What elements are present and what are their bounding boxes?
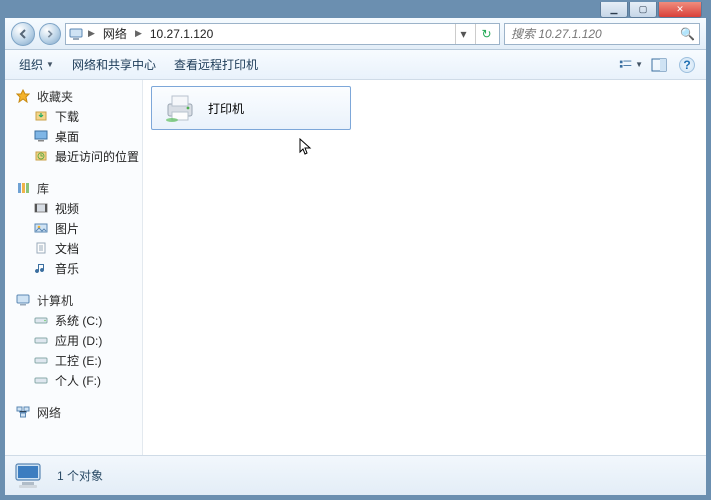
sidebar-item-label: 文档: [55, 240, 79, 257]
network-center-button[interactable]: 网络和共享中心: [64, 52, 164, 77]
breadcrumb-sep-icon: ▶: [88, 28, 95, 39]
sidebar-item-documents[interactable]: 文档: [5, 238, 142, 258]
libraries-label: 库: [37, 180, 49, 197]
back-button[interactable]: [11, 22, 35, 46]
minimize-button[interactable]: ▁: [600, 2, 628, 18]
sidebar-item-videos[interactable]: 视频: [5, 198, 142, 218]
computer-icon: [15, 292, 31, 308]
drive-icon: [33, 352, 49, 368]
drive-icon: [33, 332, 49, 348]
preview-pane-button[interactable]: [646, 54, 672, 76]
pictures-icon: [33, 220, 49, 236]
chevron-down-icon: ▼: [635, 60, 643, 69]
sidebar-item-label: 应用 (D:): [55, 332, 102, 349]
sidebar-item-label: 桌面: [55, 128, 79, 145]
sidebar-item-network[interactable]: 网络: [5, 402, 142, 422]
documents-icon: [33, 240, 49, 256]
printer-tile[interactable]: 打印机: [151, 86, 351, 130]
downloads-icon: [33, 108, 49, 124]
address-dropdown-button[interactable]: ▾: [455, 24, 471, 44]
sidebar-item-label: 系统 (C:): [55, 312, 102, 329]
drive-icon: [33, 312, 49, 328]
navigation-bar: ▶ 网络 ▶ 10.27.1.120 ▾ ↻ 🔍: [5, 18, 706, 50]
view-remote-printers-button[interactable]: 查看远程打印机: [166, 52, 266, 77]
sidebar-item-label: 音乐: [55, 260, 79, 277]
network-icon: [15, 404, 31, 420]
libraries-group: 库 视频 图片 文档 音乐: [5, 178, 142, 278]
breadcrumb-network[interactable]: 网络: [99, 25, 131, 42]
sidebar-item-label: 工控 (E:): [55, 352, 102, 369]
status-bar: 1 个对象: [5, 455, 706, 495]
sidebar-item-label: 下载: [55, 108, 79, 125]
desktop-icon: [33, 128, 49, 144]
sidebar-item-music[interactable]: 音乐: [5, 258, 142, 278]
computer-label: 计算机: [37, 292, 73, 309]
forward-button[interactable]: [39, 23, 61, 45]
organize-label: 组织: [19, 56, 43, 73]
status-text: 1 个对象: [57, 467, 103, 484]
tile-label: 打印机: [208, 100, 244, 117]
computer-large-icon: [13, 461, 47, 491]
organize-menu[interactable]: 组织 ▼: [11, 52, 62, 77]
sidebar-item-label: 网络: [37, 404, 61, 421]
maximize-button[interactable]: ▢: [629, 2, 657, 18]
breadcrumb-sep-icon: ▶: [135, 28, 142, 39]
view-remote-printers-label: 查看远程打印机: [174, 56, 258, 73]
address-bar[interactable]: ▶ 网络 ▶ 10.27.1.120 ▾ ↻: [65, 23, 500, 45]
sidebar-item-drive-f[interactable]: 个人 (F:): [5, 370, 142, 390]
computer-icon: [68, 26, 84, 42]
music-icon: [33, 260, 49, 276]
favorites-group: 收藏夹 下载 桌面 最近访问的位置: [5, 86, 142, 166]
sidebar-item-label: 个人 (F:): [55, 372, 101, 389]
drive-icon: [33, 372, 49, 388]
navigation-pane: 收藏夹 下载 桌面 最近访问的位置 库: [5, 80, 143, 455]
libraries-icon: [15, 180, 31, 196]
sidebar-item-drive-d[interactable]: 应用 (D:): [5, 330, 142, 350]
content-pane[interactable]: 打印机: [143, 80, 706, 455]
sidebar-item-label: 视频: [55, 200, 79, 217]
favorites-label: 收藏夹: [37, 88, 73, 105]
search-icon: 🔍: [680, 27, 695, 41]
network-group: 网络: [5, 402, 142, 422]
recent-icon: [33, 148, 49, 164]
sidebar-item-drive-c[interactable]: 系统 (C:): [5, 310, 142, 330]
computer-group: 计算机 系统 (C:) 应用 (D:) 工控 (E:) 个人 (F:): [5, 290, 142, 390]
cursor-icon: [299, 138, 313, 156]
sidebar-item-drive-e[interactable]: 工控 (E:): [5, 350, 142, 370]
sidebar-item-pictures[interactable]: 图片: [5, 218, 142, 238]
close-button[interactable]: ✕: [658, 2, 702, 18]
chevron-down-icon: ▼: [46, 60, 54, 69]
network-center-label: 网络和共享中心: [72, 56, 156, 73]
sidebar-item-recent[interactable]: 最近访问的位置: [5, 146, 142, 166]
computer-header[interactable]: 计算机: [5, 290, 142, 310]
sidebar-item-label: 图片: [55, 220, 79, 237]
help-button[interactable]: ?: [674, 54, 700, 76]
favorites-header[interactable]: 收藏夹: [5, 86, 142, 106]
refresh-button[interactable]: ↻: [475, 24, 497, 44]
view-options-button[interactable]: ▼: [618, 54, 644, 76]
breadcrumb-host[interactable]: 10.27.1.120: [146, 27, 217, 41]
command-bar: 组织 ▼ 网络和共享中心 查看远程打印机 ▼ ?: [5, 50, 706, 80]
help-icon: ?: [679, 57, 695, 73]
sidebar-item-desktop[interactable]: 桌面: [5, 126, 142, 146]
search-input[interactable]: [509, 26, 680, 42]
video-icon: [33, 200, 49, 216]
sidebar-item-downloads[interactable]: 下载: [5, 106, 142, 126]
libraries-header[interactable]: 库: [5, 178, 142, 198]
sidebar-item-label: 最近访问的位置: [55, 148, 139, 165]
star-icon: [15, 88, 31, 104]
printer-icon: [162, 92, 198, 124]
search-box[interactable]: 🔍: [504, 23, 700, 45]
